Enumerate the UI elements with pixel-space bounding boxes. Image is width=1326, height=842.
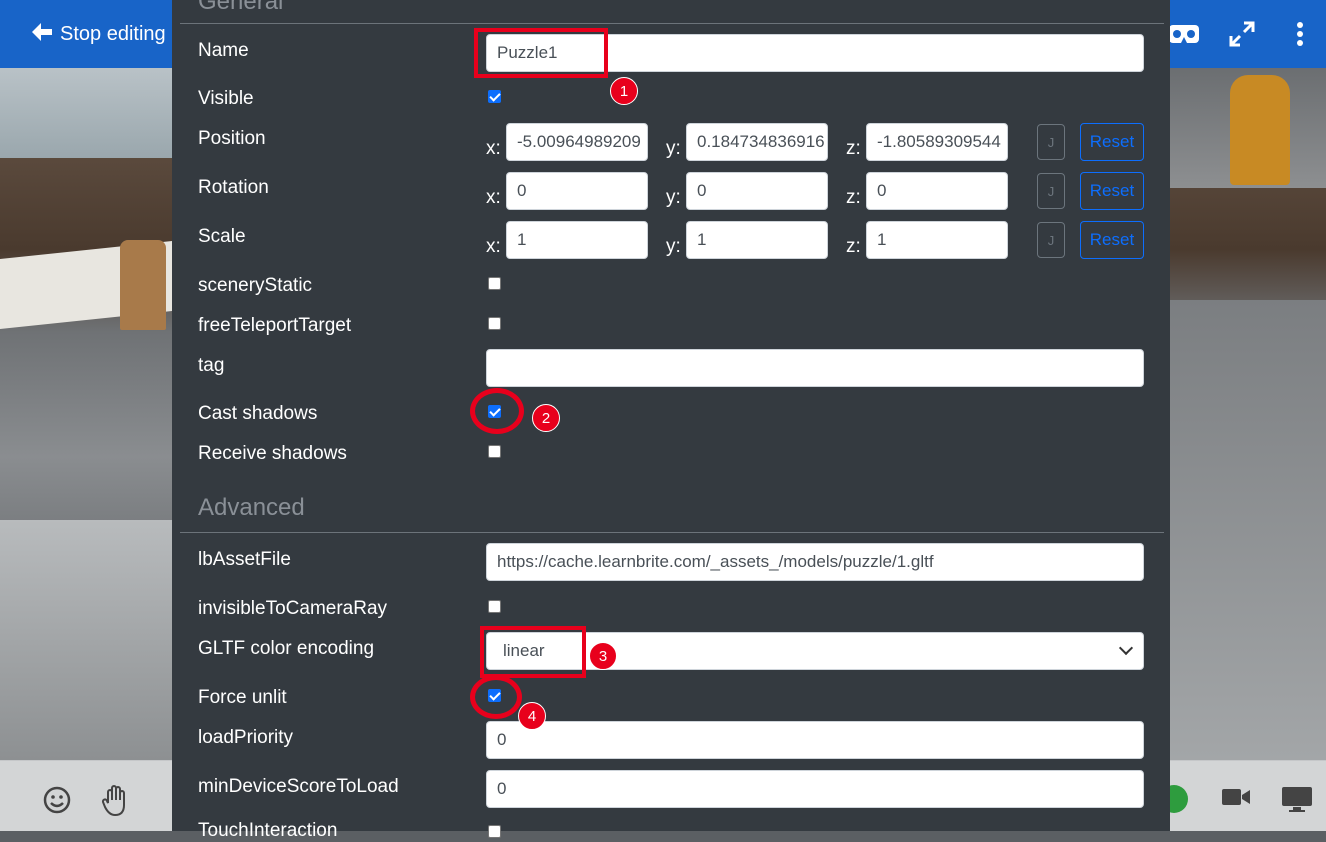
scenery-static-label: sceneryStatic [198,275,313,296]
rotation-label: Rotation [198,177,269,198]
scale-z-input[interactable]: 1 [866,221,1008,259]
visible-checkbox[interactable] [488,90,501,103]
tag-input[interactable] [486,349,1144,387]
highlight-box-gltf-encoding [480,626,586,678]
rotation-reset-button[interactable]: Reset [1080,172,1144,210]
scale-x-label: x: [486,236,501,257]
annotation-badge-4: 4 [518,702,546,730]
scale-y-label: y: [666,236,681,257]
scale-label: Scale [198,226,246,247]
position-y-input[interactable]: 0.184734836916 [686,123,828,161]
scale-z-label: z: [846,236,861,257]
screen-share-icon[interactable] [1281,785,1313,817]
scale-j-button[interactable]: J [1037,222,1065,258]
chair-right [1230,75,1290,185]
rotation-y-input[interactable]: 0 [686,172,828,210]
rotation-z-input[interactable]: 0 [866,172,1008,210]
window-left [0,68,172,158]
arrow-left-icon [30,20,54,49]
divider [180,23,1164,24]
divider [180,532,1164,533]
stop-editing-label: Stop editing [60,23,166,45]
load-priority-input[interactable]: 0 [486,721,1144,759]
rotation-x-label: x: [486,187,501,208]
annotation-badge-1: 1 [610,77,638,105]
scale-x-input[interactable]: 1 [506,221,648,259]
section-title-advanced: Advanced [198,494,305,521]
touch-interaction-checkbox[interactable] [488,825,501,838]
scale-reset-button[interactable]: Reset [1080,221,1144,259]
scenery-static-checkbox[interactable] [488,277,501,290]
touch-interaction-label: TouchInteraction [198,820,338,841]
entity-properties-panel: General Name Puzzle1 Visible Position x:… [172,0,1170,841]
position-j-button[interactable]: J [1037,124,1065,160]
highlight-circle-cast-shadows [470,388,524,434]
stop-editing-button[interactable]: Stop editing [30,20,166,49]
rotation-j-button[interactable]: J [1037,173,1065,209]
min-device-score-to-load-label: minDeviceScoreToLoad [198,776,399,797]
gltf-color-encoding-label: GLTF color encoding [198,638,375,659]
force-unlit-label: Force unlit [198,687,287,708]
rotation-z-label: z: [846,187,861,208]
annotation-badge-3: 3 [589,642,617,670]
min-device-score-to-load-input[interactable]: 0 [486,770,1144,808]
rotation-y-label: y: [666,187,681,208]
position-label: Position [198,128,266,149]
free-teleport-target-checkbox[interactable] [488,317,501,330]
position-reset-button[interactable]: Reset [1080,123,1144,161]
invisible-to-camera-ray-label: invisibleToCameraRay [198,598,388,619]
cast-shadows-label: Cast shadows [198,403,318,424]
chevron-down-icon [1118,640,1134,656]
load-priority-label: loadPriority [198,727,294,748]
position-z-label: z: [846,138,861,159]
name-label: Name [198,40,249,61]
fullscreen-icon[interactable] [1226,18,1258,50]
floor-left [0,520,172,760]
highlight-circle-force-unlit [470,675,522,719]
position-z-input[interactable]: -1.80589309544 [866,123,1008,161]
invisible-to-camera-ray-checkbox[interactable] [488,600,501,613]
chair-left [120,240,166,330]
camera-icon[interactable] [1221,785,1253,817]
receive-shadows-label: Receive shadows [198,443,347,464]
emoji-icon[interactable] [42,785,74,817]
more-vertical-icon[interactable] [1284,18,1316,50]
position-x-label: x: [486,138,501,159]
rotation-x-input[interactable]: 0 [506,172,648,210]
lb-asset-file-input[interactable]: https://cache.learnbrite.com/_assets_/mo… [486,543,1144,581]
visible-label: Visible [198,88,254,109]
receive-shadows-checkbox[interactable] [488,445,501,458]
vr-headset-icon[interactable] [1168,18,1200,50]
floor-right [1170,300,1326,760]
highlight-box-name [474,28,608,78]
position-y-label: y: [666,138,681,159]
position-x-input[interactable]: -5.00964989209 [506,123,648,161]
raise-hand-icon[interactable] [100,783,132,817]
annotation-badge-2: 2 [532,404,560,432]
tag-label: tag [198,355,225,376]
scale-y-input[interactable]: 1 [686,221,828,259]
free-teleport-target-label: freeTeleportTarget [198,315,352,336]
lb-asset-file-label: lbAssetFile [198,549,291,570]
section-title-general: General [198,0,284,15]
